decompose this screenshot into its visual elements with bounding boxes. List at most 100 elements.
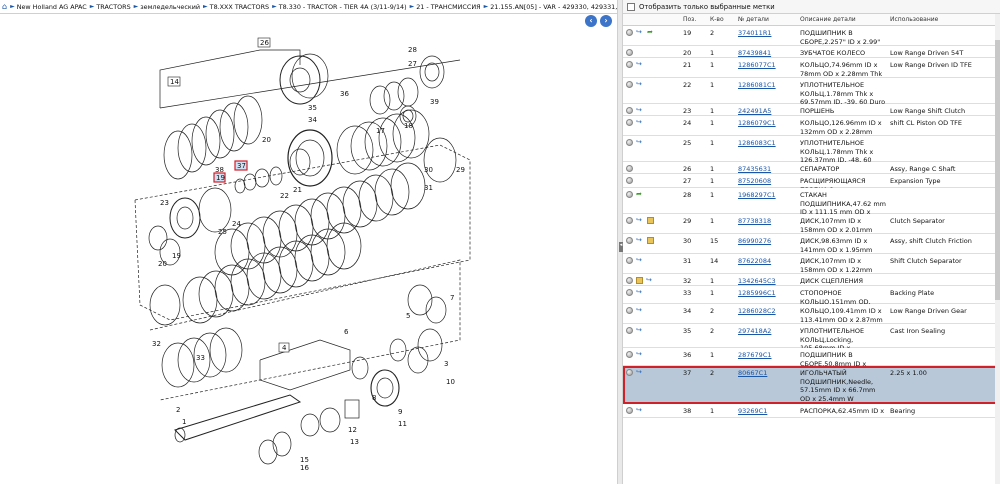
description-cell: ДИСК СЦЕПЛЕНИЯ — [800, 277, 864, 285]
table-row[interactable]: ↪ 34 2 1286028C2 КОЛЬЦО,109.41mm ID x 113.41… — [623, 304, 1000, 332]
part-number-link[interactable]: 1285996C1 — [738, 286, 800, 303]
replacement-arrow-icon[interactable]: ↪ — [636, 351, 644, 358]
replacement-arrow-icon[interactable]: ↪ — [636, 369, 644, 376]
row-icons: ↪ — [623, 234, 683, 253]
part-number-link[interactable]: 87520608 — [738, 174, 800, 187]
breadcrumb-item[interactable]: 21.155.AN[05] - VAR - 429330, 429331, 42… — [490, 3, 618, 11]
select-circle-icon[interactable] — [626, 61, 633, 68]
table-row[interactable]: ↪ 22 1 1286081C1 УПЛОТНИТЕЛЬНОЕ КОЛЬЦ,1.78mm… — [623, 78, 1000, 106]
select-circle-icon[interactable] — [626, 327, 633, 334]
table-row[interactable]: ↪ 35 2 297418A2 УПЛОТНИТЕЛЬНОЕ КОЛЬЦ,Locking… — [623, 324, 1000, 369]
kit-box-icon[interactable] — [647, 237, 654, 244]
select-circle-icon[interactable] — [626, 277, 633, 284]
select-circle-icon[interactable] — [626, 237, 633, 244]
parts-diagram: 26 14 28 27 39 18 36 35 34 17 37 38 19 2… — [0, 28, 616, 484]
description-cell: ПОДШИПНИК В СБОРЕ,50.8mm ID x 26.91mm W — [800, 351, 867, 376]
kit-box-icon[interactable] — [647, 217, 654, 224]
select-circle-icon[interactable] — [626, 191, 633, 198]
replacement-arrow-icon[interactable]: ↪ — [636, 237, 644, 244]
table-row[interactable]: 20 1 87439841 ЗУБЧАТОЕ КОЛЕСО Low Range Driv… — [623, 46, 1000, 58]
breadcrumb-item[interactable]: 21 - ТРАНСМИССИЯ — [416, 3, 480, 11]
part-number-link[interactable]: 287679C1 — [738, 348, 800, 365]
replacement-arrow-icon[interactable]: ↪ — [636, 61, 644, 68]
part-number-link[interactable]: 242491A5 — [738, 104, 800, 115]
part-number-link[interactable]: 1286028C2 — [738, 304, 800, 323]
table-row[interactable]: ↪ 25 1 1286083C1 УПЛОТНИТЕЛЬНОЕ КОЛЬЦ,1.78mm… — [623, 136, 1000, 173]
part-number-link[interactable]: 80667C1 — [738, 366, 800, 403]
table-row[interactable]: ↪ 31 14 87622084 ДИСК,107mm ID x 158mm OD x … — [623, 254, 1000, 282]
replacement-arrow-icon[interactable]: ↪ — [636, 257, 644, 264]
replacement-arrow-icon[interactable]: ↪ — [636, 29, 644, 36]
table-row[interactable]: ↪ 33 1 1285996C1 СТОПОРНОЕ КОЛЬЦО,151mm OD, … — [623, 286, 1000, 314]
part-number-link[interactable]: 87435631 — [738, 162, 800, 173]
select-circle-icon[interactable] — [626, 165, 633, 172]
kit-box-icon[interactable] — [636, 277, 643, 284]
table-row[interactable]: 27 1 87520608РАСЩИРЯЮЩАЯСЯ ПРОБКА,8mm Expan… — [623, 174, 1000, 194]
part-number-link[interactable]: 297418A2 — [738, 324, 800, 347]
green-arrow-icon[interactable]: ➦ — [647, 29, 655, 36]
part-number-link[interactable]: 87738318 — [738, 214, 800, 233]
breadcrumb-item[interactable]: T8.330 - TRACTOR - TIER 4A (3/11-9/14) — [279, 3, 407, 11]
replacement-arrow-icon[interactable]: ↪ — [636, 407, 644, 414]
selected-only-checkbox[interactable] — [627, 2, 635, 11]
select-circle-icon[interactable] — [626, 369, 633, 376]
select-circle-icon[interactable] — [626, 289, 633, 296]
select-circle-icon[interactable] — [626, 139, 633, 146]
select-circle-icon[interactable] — [626, 217, 633, 224]
replacement-arrow-icon[interactable]: ↪ — [636, 107, 644, 114]
replacement-arrow-icon[interactable]: ↪ — [636, 119, 644, 126]
green-arrow-icon[interactable]: ➦ — [636, 191, 644, 198]
select-circle-icon[interactable] — [626, 49, 633, 56]
select-circle-icon[interactable] — [626, 119, 633, 126]
breadcrumb-item[interactable]: New Holland AG APAC — [17, 3, 87, 11]
select-circle-icon[interactable] — [626, 29, 633, 36]
table-row[interactable]: ↪ 24 1 1286079C1 КОЛЬЦО,126.96mm ID x 132mm … — [623, 116, 1000, 144]
table-row[interactable]: ↪ 32 1 1342645C3 ДИСК СЦЕПЛЕНИЯ — [623, 274, 1000, 286]
description-cell: ИГОЛЬЧАТЫЙ ПОДШИПНИК,Needle, 57.15mm ID … — [800, 369, 876, 403]
part-number-link[interactable]: 86990276 — [738, 234, 800, 253]
replacement-arrow-icon[interactable]: ↪ — [636, 289, 644, 296]
part-number-link[interactable]: 1286083C1 — [738, 136, 800, 161]
select-circle-icon[interactable] — [626, 407, 633, 414]
part-number-link[interactable]: 87622084 — [738, 254, 800, 273]
replacement-arrow-icon[interactable]: ↪ — [636, 81, 644, 88]
select-circle-icon[interactable] — [626, 107, 633, 114]
table-row[interactable]: ↪ 30 15 86990276 ДИСК,98.63mm ID x 141mm OD … — [623, 234, 1000, 262]
table-row[interactable]: ➦ 28 1 1968297C1 СТАКАН ПОДШИПНИКА,47.62 mm … — [623, 188, 1000, 225]
table-row[interactable]: ↪ 37 2 80667C1 ИГОЛЬЧАТЫЙ ПОДШИПНИК,Needle, … — [623, 366, 1000, 404]
replacement-arrow-icon[interactable]: ↪ — [636, 307, 644, 314]
table-row[interactable]: ↪ ➦ 19 2 374011R1 ПОДШИПНИК В СБОРЕ,2.257" ID… — [623, 26, 1000, 54]
description-cell: ДИСК,107mm ID x 158mm OD x 2.01mm Thk — [800, 217, 873, 242]
part-number-link[interactable]: 374011R1 — [738, 26, 800, 45]
table-row[interactable]: ↪ 36 1 287679C1 ПОДШИПНИК В СБОРЕ,50.8mm ID … — [623, 348, 1000, 376]
back-arrow-icon[interactable]: ‹ — [585, 15, 597, 27]
breadcrumb-item[interactable]: TRACTORS — [96, 3, 130, 11]
replacement-arrow-icon[interactable]: ↪ — [636, 139, 644, 146]
qty-cell: 1 — [710, 81, 715, 89]
part-number-link[interactable]: 1342645C3 — [738, 274, 800, 285]
select-circle-icon[interactable] — [626, 307, 633, 314]
replacement-arrow-icon[interactable]: ↪ — [646, 277, 654, 284]
breadcrumb-item[interactable]: земледельческий — [140, 3, 200, 11]
table-row[interactable]: ↪ 23 1 242491A5 ПОРШЕНЬ Low Range Shift Clutc… — [623, 104, 1000, 116]
part-number-link[interactable]: 1286077C1 — [738, 58, 800, 77]
part-number-link[interactable]: 1286079C1 — [738, 116, 800, 135]
scrollbar-thumb[interactable] — [995, 40, 1000, 300]
part-number-link[interactable]: 1286081C1 — [738, 78, 800, 103]
part-number-link[interactable]: 1968297C1 — [738, 188, 800, 213]
table-row[interactable]: ↪ 29 1 87738318 ДИСК,107mm ID x 158mm OD x 2… — [623, 214, 1000, 242]
part-number-link[interactable]: 93269C1 — [738, 404, 800, 417]
select-circle-icon[interactable] — [626, 177, 633, 184]
part-number-link[interactable]: 87439841 — [738, 46, 800, 57]
table-row[interactable]: 26 1 87435631 СЕПАРАТОР Assy, Range C Shaft — [623, 162, 1000, 174]
select-circle-icon[interactable] — [626, 81, 633, 88]
replacement-arrow-icon[interactable]: ↪ — [636, 327, 644, 334]
select-circle-icon[interactable] — [626, 351, 633, 358]
table-row[interactable]: ↪ 38 1 93269C1 РАСПОРКА,62.45mm ID x Bearing — [623, 404, 1000, 418]
table-row[interactable]: ↪ 21 1 1286077C1 КОЛЬЦО,74.96mm ID x 78mm OD… — [623, 58, 1000, 78]
home-icon[interactable]: ⌂ — [2, 2, 7, 11]
forward-arrow-icon[interactable]: › — [600, 15, 612, 27]
breadcrumb-item[interactable]: T8.XXX TRACTORS — [210, 3, 269, 11]
select-circle-icon[interactable] — [626, 257, 633, 264]
replacement-arrow-icon[interactable]: ↪ — [636, 217, 644, 224]
